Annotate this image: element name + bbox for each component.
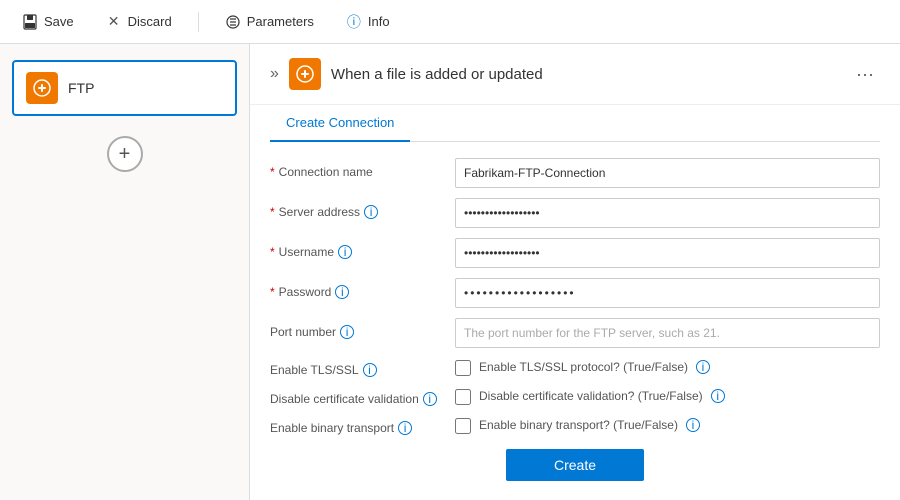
- discard-label: Discard: [128, 14, 172, 29]
- username-info-icon[interactable]: i: [338, 245, 352, 259]
- ftp-card[interactable]: FTP: [12, 60, 237, 116]
- add-icon: +: [119, 143, 131, 166]
- add-step-button[interactable]: +: [107, 136, 143, 172]
- left-panel: FTP +: [0, 44, 250, 500]
- password-label: * Password i: [270, 278, 455, 299]
- right-header: » When a file is added or updated ···: [250, 44, 900, 105]
- info-label: Info: [368, 14, 390, 29]
- enable-binary-text: Enable binary transport? (True/False): [479, 418, 678, 432]
- enable-tls-checkbox[interactable]: [455, 360, 471, 376]
- port-number-label: Port number i: [270, 318, 455, 339]
- save-button[interactable]: Save: [16, 10, 80, 34]
- parameters-label: Parameters: [247, 14, 314, 29]
- discard-button[interactable]: ✕ Discard: [100, 10, 178, 34]
- right-panel: » When a file is added or updated ··· Cr…: [250, 44, 900, 500]
- expand-icon: »: [270, 65, 279, 83]
- username-row: * Username i: [270, 238, 880, 268]
- connection-name-label: * Connection name: [270, 158, 455, 179]
- info-button[interactable]: ⓘ Info: [340, 10, 396, 34]
- disable-cert-label: Disable certificate validation i: [270, 387, 455, 406]
- enable-binary-checkbox[interactable]: [455, 418, 471, 434]
- required-star-server: *: [270, 205, 275, 219]
- required-star-user: *: [270, 245, 275, 259]
- required-star: *: [270, 165, 275, 179]
- create-button-row: Create: [270, 449, 880, 481]
- ftp-label: FTP: [68, 80, 94, 96]
- required-star-pw: *: [270, 285, 275, 299]
- save-icon: [22, 14, 38, 30]
- enable-tls-text: Enable TLS/SSL protocol? (True/False): [479, 360, 688, 374]
- cert-info-icon[interactable]: i: [423, 392, 437, 406]
- enable-tls-right: Enable TLS/SSL protocol? (True/False) i: [455, 358, 880, 376]
- tls-checkbox-info-icon[interactable]: i: [696, 360, 710, 374]
- disable-cert-checkbox[interactable]: [455, 389, 471, 405]
- toolbar-divider: [198, 12, 199, 32]
- username-label: * Username i: [270, 238, 455, 259]
- username-input[interactable]: [455, 238, 880, 268]
- ftp-icon: [26, 72, 58, 104]
- password-info-icon[interactable]: i: [335, 285, 349, 299]
- create-button[interactable]: Create: [506, 449, 644, 481]
- toolbar: Save ✕ Discard Parameters ⓘ Info: [0, 0, 900, 44]
- form-container: Create Connection * Connection name * Se…: [250, 105, 900, 500]
- parameters-button[interactable]: Parameters: [219, 10, 320, 34]
- binary-info-icon[interactable]: i: [398, 421, 412, 435]
- tabs: Create Connection: [270, 105, 880, 142]
- enable-tls-row: Enable TLS/SSL i Enable TLS/SSL protocol…: [270, 358, 880, 377]
- enable-tls-label: Enable TLS/SSL i: [270, 358, 455, 377]
- discard-icon: ✕: [106, 14, 122, 30]
- trigger-icon: [289, 58, 321, 90]
- enable-binary-row: Enable binary transport i Enable binary …: [270, 416, 880, 435]
- server-address-row: * Server address i: [270, 198, 880, 228]
- password-input[interactable]: [455, 278, 880, 308]
- info-icon: ⓘ: [346, 14, 362, 30]
- tab-create-connection[interactable]: Create Connection: [270, 105, 410, 142]
- port-number-input[interactable]: [455, 318, 880, 348]
- cert-checkbox-info-icon[interactable]: i: [711, 389, 725, 403]
- password-row: * Password i: [270, 278, 880, 308]
- parameters-icon: [225, 14, 241, 30]
- save-label: Save: [44, 14, 74, 29]
- port-info-icon[interactable]: i: [340, 325, 354, 339]
- server-address-input[interactable]: [455, 198, 880, 228]
- tab-create-connection-label: Create Connection: [286, 115, 394, 130]
- binary-checkbox-info-icon[interactable]: i: [686, 418, 700, 432]
- more-options-button[interactable]: ···: [850, 62, 880, 87]
- disable-cert-right: Disable certificate validation? (True/Fa…: [455, 387, 880, 405]
- connection-name-row: * Connection name: [270, 158, 880, 188]
- main-layout: FTP + » When a file is added or updated …: [0, 44, 900, 500]
- disable-cert-text: Disable certificate validation? (True/Fa…: [479, 389, 703, 403]
- server-address-label: * Server address i: [270, 198, 455, 219]
- server-address-info-icon[interactable]: i: [364, 205, 378, 219]
- trigger-title: When a file is added or updated: [331, 66, 840, 83]
- enable-binary-label: Enable binary transport i: [270, 416, 455, 435]
- disable-cert-row: Disable certificate validation i Disable…: [270, 387, 880, 406]
- enable-binary-right: Enable binary transport? (True/False) i: [455, 416, 880, 434]
- port-number-row: Port number i: [270, 318, 880, 348]
- connection-name-input[interactable]: [455, 158, 880, 188]
- create-button-label: Create: [554, 457, 596, 473]
- tls-info-icon[interactable]: i: [363, 363, 377, 377]
